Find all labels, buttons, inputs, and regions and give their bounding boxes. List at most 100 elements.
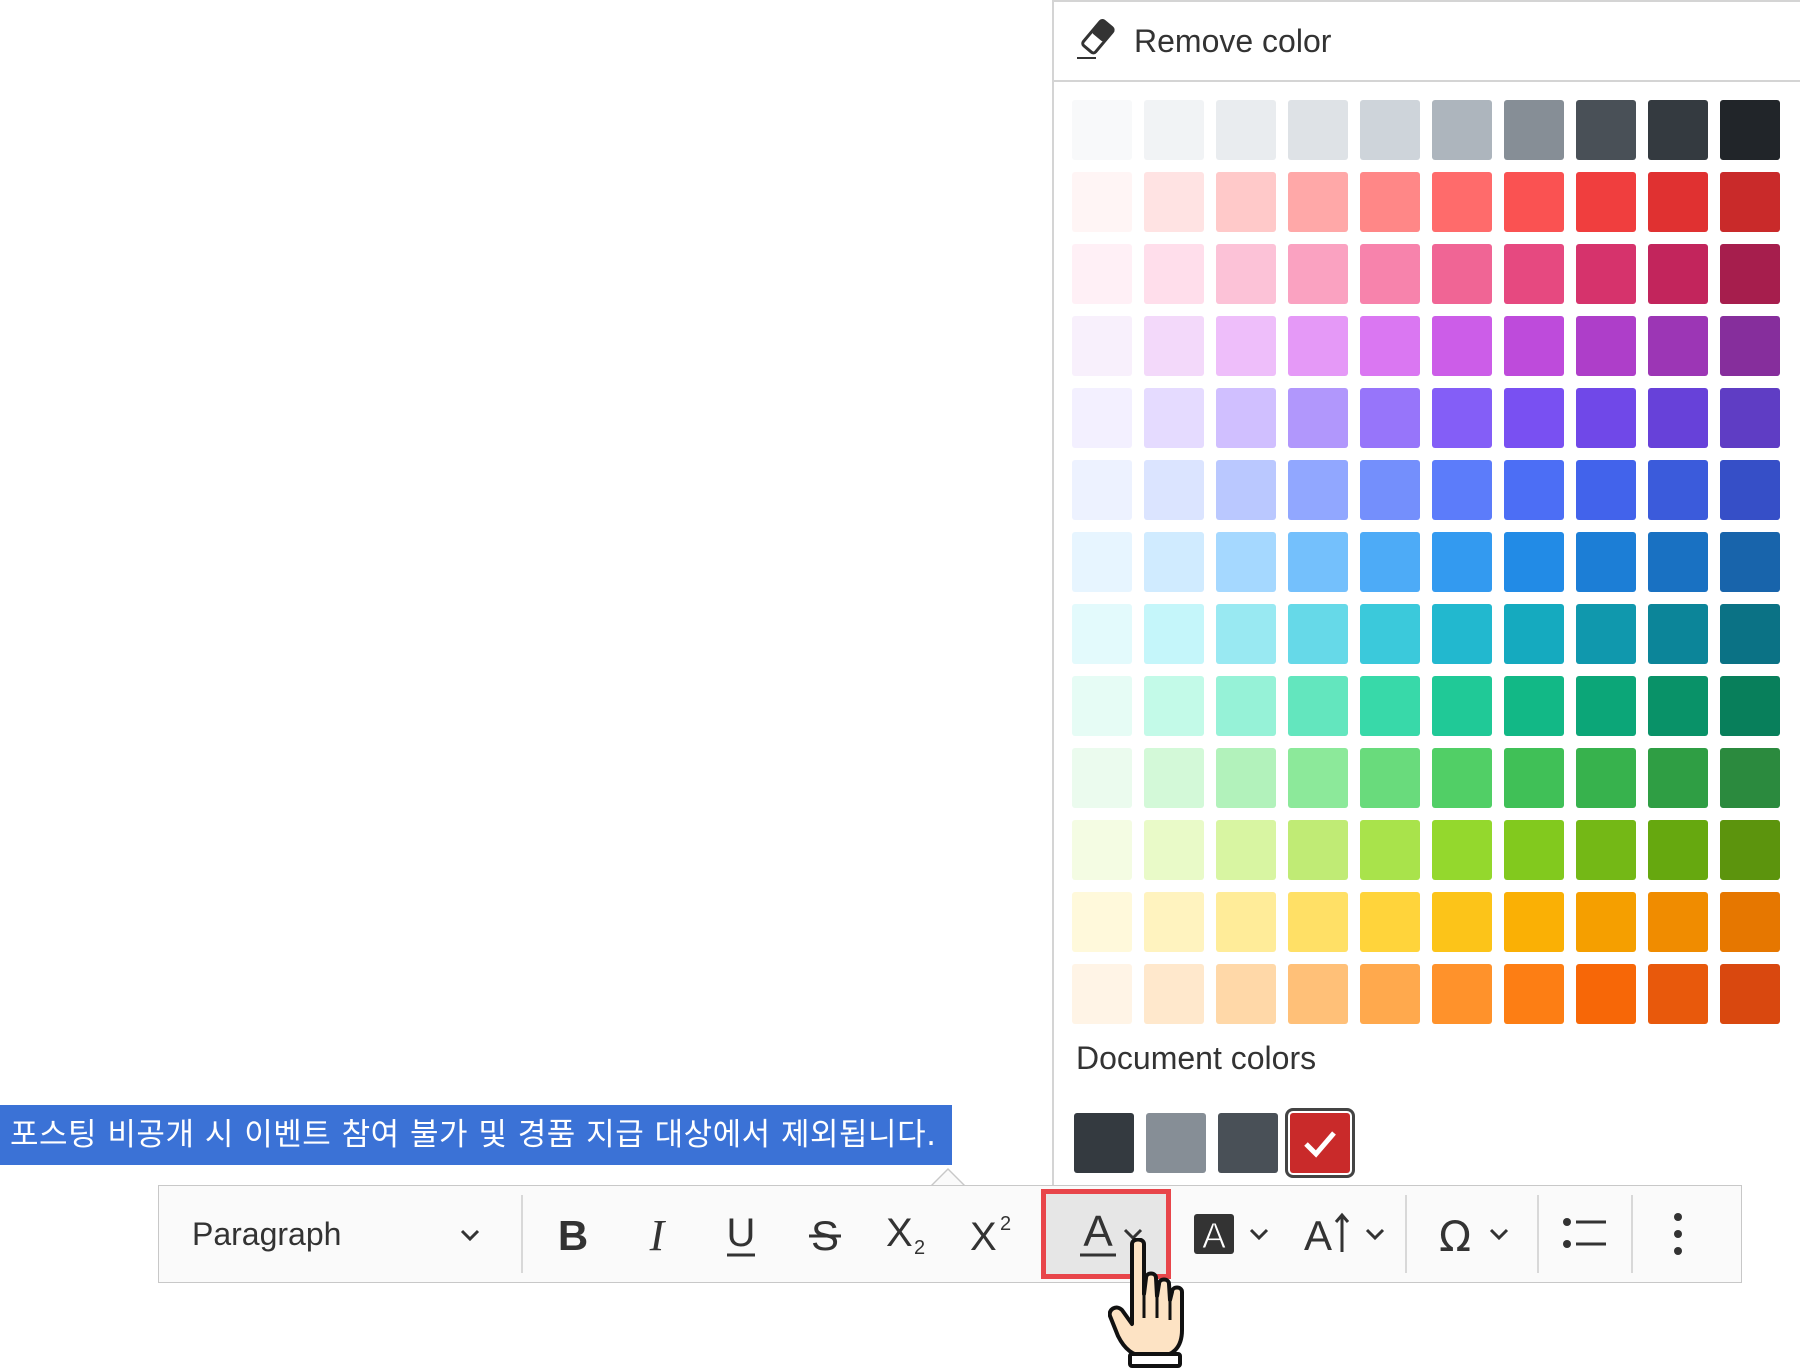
color-swatch[interactable] bbox=[1432, 100, 1492, 160]
color-swatch[interactable] bbox=[1216, 388, 1276, 448]
color-swatch[interactable] bbox=[1216, 820, 1276, 880]
color-swatch[interactable] bbox=[1720, 316, 1780, 376]
heading-dropdown[interactable]: Paragraph bbox=[159, 1185, 521, 1283]
color-swatch[interactable] bbox=[1576, 964, 1636, 1024]
color-swatch[interactable] bbox=[1072, 892, 1132, 952]
color-swatch[interactable] bbox=[1288, 460, 1348, 520]
color-swatch[interactable] bbox=[1720, 172, 1780, 232]
color-swatch[interactable] bbox=[1216, 748, 1276, 808]
color-swatch[interactable] bbox=[1720, 604, 1780, 664]
color-swatch[interactable] bbox=[1216, 532, 1276, 592]
font-size-button[interactable]: A bbox=[1287, 1185, 1405, 1283]
color-swatch[interactable] bbox=[1720, 676, 1780, 736]
color-swatch[interactable] bbox=[1288, 244, 1348, 304]
color-swatch[interactable] bbox=[1288, 172, 1348, 232]
color-swatch[interactable] bbox=[1072, 676, 1132, 736]
color-swatch[interactable] bbox=[1288, 100, 1348, 160]
color-swatch[interactable] bbox=[1504, 100, 1564, 160]
color-swatch[interactable] bbox=[1648, 532, 1708, 592]
color-swatch[interactable] bbox=[1432, 964, 1492, 1024]
superscript-button[interactable]: X2 bbox=[951, 1185, 1035, 1283]
color-swatch[interactable] bbox=[1576, 316, 1636, 376]
color-swatch[interactable] bbox=[1072, 316, 1132, 376]
color-swatch[interactable] bbox=[1360, 172, 1420, 232]
color-swatch[interactable] bbox=[1216, 172, 1276, 232]
color-swatch[interactable] bbox=[1576, 388, 1636, 448]
color-swatch[interactable] bbox=[1432, 244, 1492, 304]
color-swatch[interactable] bbox=[1144, 964, 1204, 1024]
color-swatch[interactable] bbox=[1576, 820, 1636, 880]
color-swatch[interactable] bbox=[1576, 100, 1636, 160]
bold-button[interactable]: B bbox=[531, 1185, 615, 1283]
color-swatch[interactable] bbox=[1648, 820, 1708, 880]
color-swatch[interactable] bbox=[1144, 748, 1204, 808]
color-swatch[interactable] bbox=[1144, 460, 1204, 520]
color-swatch[interactable] bbox=[1504, 964, 1564, 1024]
color-swatch[interactable] bbox=[1504, 244, 1564, 304]
color-swatch[interactable] bbox=[1360, 100, 1420, 160]
color-swatch[interactable] bbox=[1648, 748, 1708, 808]
color-swatch[interactable] bbox=[1720, 532, 1780, 592]
color-swatch[interactable] bbox=[1432, 820, 1492, 880]
color-swatch[interactable] bbox=[1216, 460, 1276, 520]
color-swatch[interactable] bbox=[1576, 244, 1636, 304]
strikethrough-button[interactable]: S bbox=[783, 1185, 867, 1283]
color-swatch[interactable] bbox=[1504, 892, 1564, 952]
color-swatch[interactable] bbox=[1216, 604, 1276, 664]
color-swatch[interactable] bbox=[1360, 820, 1420, 880]
color-swatch[interactable] bbox=[1432, 460, 1492, 520]
color-swatch[interactable] bbox=[1648, 460, 1708, 520]
color-swatch[interactable] bbox=[1360, 892, 1420, 952]
color-swatch[interactable] bbox=[1288, 316, 1348, 376]
color-swatch[interactable] bbox=[1432, 676, 1492, 736]
color-swatch[interactable] bbox=[1288, 748, 1348, 808]
color-swatch[interactable] bbox=[1720, 100, 1780, 160]
color-swatch[interactable] bbox=[1288, 388, 1348, 448]
color-swatch[interactable] bbox=[1360, 604, 1420, 664]
color-swatch[interactable] bbox=[1648, 172, 1708, 232]
color-swatch[interactable] bbox=[1144, 820, 1204, 880]
color-swatch[interactable] bbox=[1072, 964, 1132, 1024]
color-swatch[interactable] bbox=[1072, 100, 1132, 160]
color-swatch[interactable] bbox=[1432, 748, 1492, 808]
color-swatch[interactable] bbox=[1648, 388, 1708, 448]
color-swatch[interactable] bbox=[1072, 604, 1132, 664]
font-background-color-button[interactable]: A bbox=[1177, 1185, 1287, 1283]
document-color-swatch[interactable] bbox=[1074, 1113, 1134, 1173]
color-swatch[interactable] bbox=[1504, 532, 1564, 592]
color-swatch[interactable] bbox=[1360, 964, 1420, 1024]
color-swatch[interactable] bbox=[1360, 388, 1420, 448]
subscript-button[interactable]: X2 bbox=[867, 1185, 951, 1283]
color-swatch[interactable] bbox=[1432, 388, 1492, 448]
color-swatch[interactable] bbox=[1648, 100, 1708, 160]
color-swatch[interactable] bbox=[1072, 532, 1132, 592]
color-swatch[interactable] bbox=[1504, 748, 1564, 808]
color-swatch[interactable] bbox=[1720, 460, 1780, 520]
color-swatch[interactable] bbox=[1504, 172, 1564, 232]
color-swatch[interactable] bbox=[1144, 532, 1204, 592]
color-swatch[interactable] bbox=[1648, 892, 1708, 952]
bulleted-list-button[interactable] bbox=[1539, 1185, 1631, 1283]
color-swatch[interactable] bbox=[1288, 964, 1348, 1024]
color-swatch[interactable] bbox=[1576, 532, 1636, 592]
color-swatch[interactable] bbox=[1504, 460, 1564, 520]
color-swatch[interactable] bbox=[1288, 676, 1348, 736]
color-swatch[interactable] bbox=[1648, 604, 1708, 664]
remove-color-button[interactable]: Remove color bbox=[1054, 0, 1800, 82]
color-swatch[interactable] bbox=[1648, 316, 1708, 376]
underline-button[interactable]: U bbox=[699, 1185, 783, 1283]
color-swatch[interactable] bbox=[1360, 316, 1420, 376]
italic-button[interactable]: I bbox=[615, 1185, 699, 1283]
color-swatch[interactable] bbox=[1216, 100, 1276, 160]
color-swatch[interactable] bbox=[1576, 604, 1636, 664]
color-swatch[interactable] bbox=[1432, 316, 1492, 376]
color-swatch[interactable] bbox=[1144, 172, 1204, 232]
color-swatch[interactable] bbox=[1360, 676, 1420, 736]
color-swatch[interactable] bbox=[1144, 604, 1204, 664]
color-swatch[interactable] bbox=[1720, 388, 1780, 448]
document-color-swatch[interactable] bbox=[1218, 1113, 1278, 1173]
color-swatch[interactable] bbox=[1576, 676, 1636, 736]
color-swatch[interactable] bbox=[1216, 244, 1276, 304]
color-swatch[interactable] bbox=[1072, 244, 1132, 304]
color-swatch[interactable] bbox=[1144, 100, 1204, 160]
